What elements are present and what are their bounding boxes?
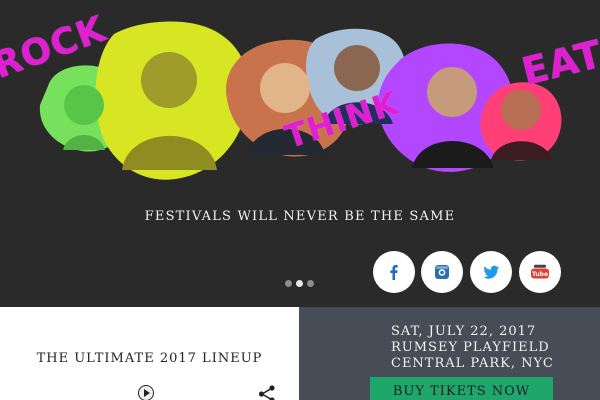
youtube-icon: Tube [531, 264, 549, 278]
event-venue: RUMSEY PLAYFIELD [391, 340, 550, 355]
instagram-icon [435, 265, 449, 279]
carousel-indicator [285, 280, 314, 287]
event-location: CENTRAL PARK, NYC [391, 356, 554, 371]
facebook-icon [390, 265, 398, 280]
instagram-button[interactable] [421, 251, 463, 293]
event-date: SAT, JULY 22, 2017 [391, 324, 537, 339]
carousel-dot-2[interactable] [296, 280, 303, 287]
lineup-title: THE ULTIMATE 2017 LINEUP [36, 351, 263, 366]
festival-tagline: FESTIVALS WILL NEVER BE THE SAME [144, 209, 456, 224]
carousel-dot-3[interactable] [307, 280, 314, 287]
event-panel: SAT, JULY 22, 2017 RUMSEY PLAYFIELD CENT… [299, 307, 600, 400]
youtube-button[interactable]: Tube [519, 251, 561, 293]
twitter-button[interactable] [470, 251, 512, 293]
twitter-icon [483, 265, 499, 279]
svg-text:Tube: Tube [532, 271, 548, 278]
buy-tickets-button[interactable]: BUY TIKETS NOW [370, 377, 553, 400]
hero-section: ROCK THINK EAT FESTIVALS WILL NEVER BE T… [0, 0, 600, 307]
lineup-panel: THE ULTIMATE 2017 LINEUP [0, 307, 299, 400]
play-icon[interactable] [138, 385, 154, 400]
share-icon[interactable] [258, 385, 276, 400]
facebook-button[interactable] [373, 251, 415, 293]
carousel-dot-1[interactable] [285, 280, 292, 287]
event-details: SAT, JULY 22, 2017 RUMSEY PLAYFIELD CENT… [391, 324, 554, 372]
